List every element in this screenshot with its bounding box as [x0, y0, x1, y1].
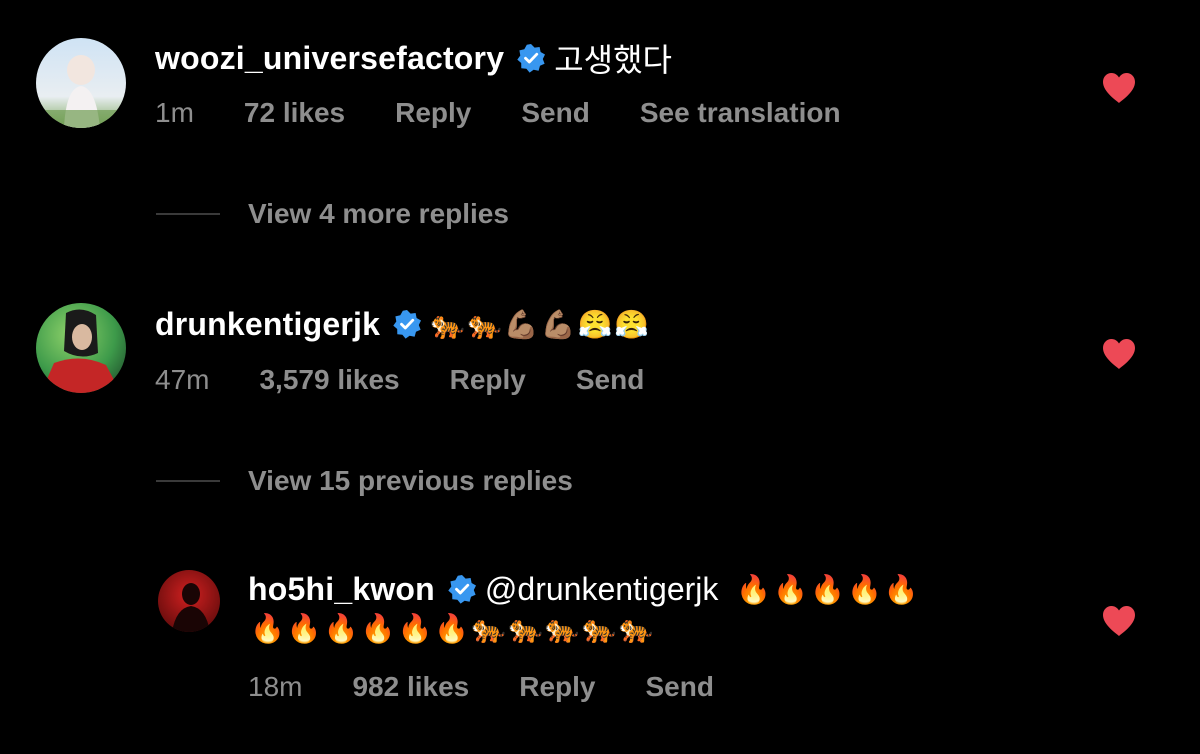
mention-link[interactable]: @drunkentigerjk	[485, 571, 718, 608]
likes-count[interactable]: 982 likes	[352, 671, 469, 703]
send-button[interactable]: Send	[521, 97, 589, 129]
comment-text: 🔥🔥🔥🔥🔥	[736, 572, 921, 606]
view-previous-replies[interactable]: View 15 previous replies	[156, 465, 573, 497]
comment-text: 🐅🐅💪🏽💪🏽😤😤	[430, 307, 652, 341]
divider	[156, 480, 220, 482]
verified-badge-icon	[447, 574, 477, 604]
comment-text-continued: 🔥🔥🔥🔥🔥🔥🐅🐅🐅🐅🐅	[250, 612, 656, 645]
heart-icon[interactable]	[1101, 72, 1137, 104]
view-more-replies[interactable]: View 4 more replies	[156, 198, 509, 230]
username[interactable]: drunkentigerjk	[155, 306, 380, 343]
username[interactable]: ho5hi_kwon	[248, 571, 435, 608]
likes-count[interactable]: 72 likes	[244, 97, 345, 129]
verified-badge-icon	[392, 309, 422, 339]
username[interactable]: woozi_universefactory	[155, 40, 504, 77]
heart-icon[interactable]	[1101, 338, 1137, 370]
avatar-image	[158, 570, 220, 632]
view-replies-label[interactable]: View 15 previous replies	[248, 465, 573, 497]
reply-button[interactable]: Reply	[395, 97, 471, 129]
reply-button[interactable]: Reply	[450, 364, 526, 396]
send-button[interactable]: Send	[576, 364, 644, 396]
view-replies-label[interactable]: View 4 more replies	[248, 198, 509, 230]
likes-count[interactable]: 3,579 likes	[259, 364, 399, 396]
divider	[156, 213, 220, 215]
timestamp: 47m	[155, 364, 210, 395]
reply-button[interactable]: Reply	[519, 671, 595, 703]
timestamp: 1m	[155, 97, 194, 128]
avatar-image	[36, 303, 126, 393]
heart-icon[interactable]	[1101, 605, 1137, 637]
verified-badge-icon	[516, 43, 546, 73]
avatar-image	[36, 38, 126, 128]
timestamp: 18m	[248, 671, 303, 702]
avatar[interactable]	[36, 38, 126, 128]
send-button[interactable]: Send	[646, 671, 714, 703]
avatar[interactable]	[36, 303, 126, 393]
avatar[interactable]	[158, 570, 220, 632]
comment-text: 고생했다	[554, 42, 672, 78]
see-translation-button[interactable]: See translation	[640, 97, 841, 129]
